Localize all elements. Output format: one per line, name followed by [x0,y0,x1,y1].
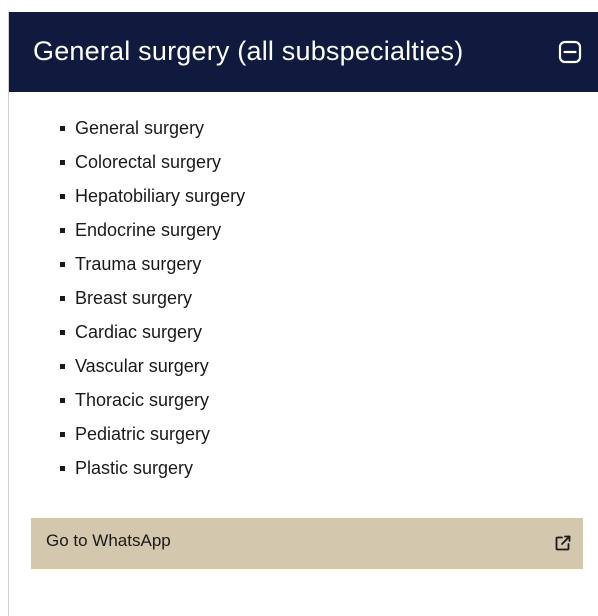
list-item-label: General surgery [75,118,205,138]
surgery-panel: General surgery (all subspecialties) Gen… [8,12,598,616]
bullet-icon [60,330,65,335]
minus-square-icon [558,40,582,64]
bullet-icon [60,466,65,471]
list-item: Trauma surgery [9,250,245,284]
list-item: Pediatric surgery [9,420,245,454]
list-item-label: Thoracic surgery [75,390,210,410]
bullet-icon [60,398,65,403]
bullet-icon [60,194,65,199]
bullet-icon [60,364,65,369]
list-item-label: Endocrine surgery [75,220,222,240]
subspecialty-list: General surgery Colorectal surgery Hepat… [9,114,245,488]
list-item-label: Pediatric surgery [75,424,211,444]
whatsapp-link-button[interactable]: Go to WhatsApp [31,518,583,569]
list-item-label: Cardiac surgery [75,322,203,342]
list-item: Thoracic surgery [9,386,245,420]
panel-header[interactable]: General surgery (all subspecialties) [9,12,598,92]
whatsapp-link-label: Go to WhatsApp [46,531,171,550]
bullet-icon [60,432,65,437]
list-item: Vascular surgery [9,352,245,386]
list-item-label: Vascular surgery [75,356,209,376]
external-link-icon [555,535,571,551]
list-item-label: Plastic surgery [75,458,194,478]
list-item-label: Colorectal surgery [75,152,222,172]
list-item: Plastic surgery [9,454,245,488]
bullet-icon [60,296,65,301]
list-item-label: Breast surgery [75,288,193,308]
list-item: Colorectal surgery [9,148,245,182]
list-item: General surgery [9,114,245,148]
list-item: Hepatobiliary surgery [9,182,245,216]
list-item: Breast surgery [9,284,245,318]
list-item-label: Hepatobiliary surgery [75,186,246,206]
bullet-icon [60,160,65,165]
list-item-label: Trauma surgery [75,254,202,274]
list-item: Cardiac surgery [9,318,245,352]
bullet-icon [60,126,65,131]
bullet-icon [60,262,65,267]
list-item: Endocrine surgery [9,216,245,250]
collapse-button[interactable] [558,40,582,64]
panel-title: General surgery (all subspecialties) [33,36,464,66]
bullet-icon [60,228,65,233]
